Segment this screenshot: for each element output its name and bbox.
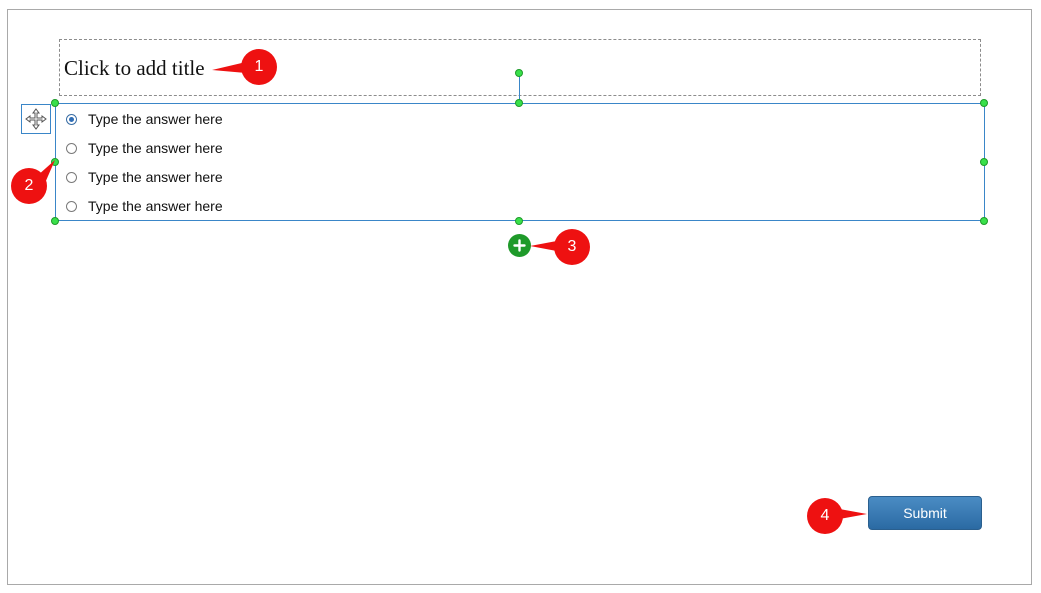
answers-group-box[interactable]: Type the answer here Type the answer her… — [55, 103, 985, 221]
resize-handle-top-right[interactable] — [980, 99, 988, 107]
radio-button[interactable] — [66, 142, 77, 154]
callout-badge-3: 3 — [554, 229, 590, 265]
radio-button-selected[interactable] — [66, 113, 77, 125]
callout-badge-4: 4 — [807, 498, 843, 534]
answer-label[interactable]: Type the answer here — [88, 111, 223, 127]
rotation-handle[interactable] — [515, 69, 523, 77]
title-placeholder-box[interactable]: Click to add title — [59, 39, 981, 96]
radio-button[interactable] — [66, 200, 77, 212]
answer-label[interactable]: Type the answer here — [88, 140, 223, 156]
answer-option-4[interactable]: Type the answer here — [66, 196, 223, 216]
move-icon — [25, 108, 47, 130]
answer-label[interactable]: Type the answer here — [88, 198, 223, 214]
answer-option-2[interactable]: Type the answer here — [66, 138, 223, 158]
radio-button[interactable] — [66, 171, 77, 183]
resize-handle-left[interactable] — [51, 158, 59, 166]
callout-badge-2: 2 — [11, 168, 47, 204]
answer-label[interactable]: Type the answer here — [88, 169, 223, 185]
resize-handle-bottom-left[interactable] — [51, 217, 59, 225]
resize-handle-bottom-right[interactable] — [980, 217, 988, 225]
add-answer-button[interactable] — [508, 234, 531, 257]
answer-option-1[interactable]: Type the answer here — [66, 109, 223, 129]
resize-handle-top-left[interactable] — [51, 99, 59, 107]
resize-handle-top[interactable] — [515, 99, 523, 107]
resize-handle-bottom[interactable] — [515, 217, 523, 225]
callout-badge-1: 1 — [241, 49, 277, 85]
plus-icon — [513, 239, 526, 252]
answer-option-3[interactable]: Type the answer here — [66, 167, 223, 187]
submit-button[interactable]: Submit — [868, 496, 982, 530]
resize-handle-right[interactable] — [980, 158, 988, 166]
move-handle[interactable] — [21, 104, 51, 134]
title-placeholder-text[interactable]: Click to add title — [64, 56, 205, 81]
